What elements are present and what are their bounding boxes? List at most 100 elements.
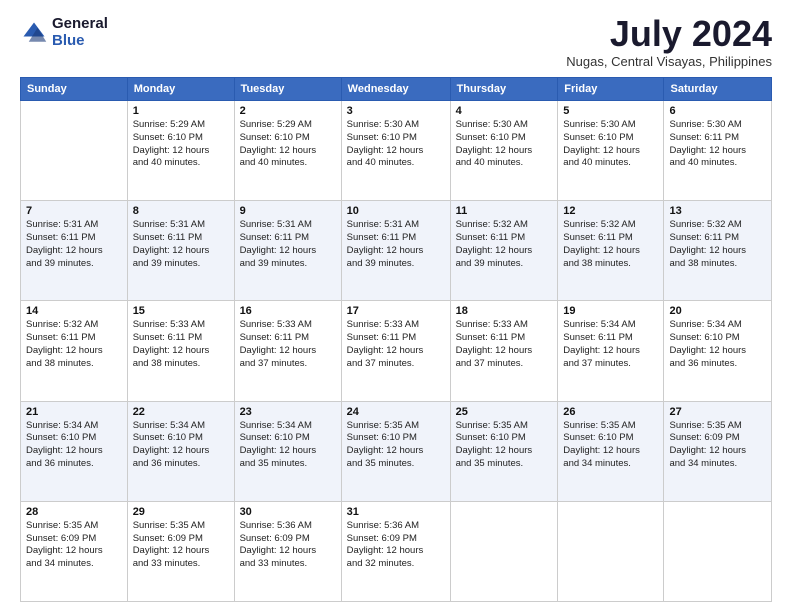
cell-details: Sunrise: 5:36 AMSunset: 6:09 PMDaylight:… bbox=[240, 520, 336, 571]
cell-details: Sunrise: 5:32 AMSunset: 6:11 PMDaylight:… bbox=[456, 219, 553, 270]
day-number: 2 bbox=[240, 105, 336, 117]
logo: General Blue bbox=[20, 16, 108, 49]
calendar-cell: 7 Sunrise: 5:31 AMSunset: 6:11 PMDaylight… bbox=[21, 201, 128, 301]
cell-details: Sunrise: 5:33 AMSunset: 6:11 PMDaylight:… bbox=[456, 319, 553, 370]
weekday-header-saturday: Saturday bbox=[664, 78, 772, 101]
cell-details: Sunrise: 5:34 AMSunset: 6:10 PMDaylight:… bbox=[240, 420, 336, 471]
calendar-cell: 6Sunrise: 5:30 AMSunset: 6:11 PMDaylight… bbox=[664, 101, 772, 201]
week-row-1: 1Sunrise: 5:29 AMSunset: 6:10 PMDaylight… bbox=[21, 101, 772, 201]
calendar-cell: 5 Sunrise: 5:30 AMSunset: 6:10 PMDaylight… bbox=[558, 101, 664, 201]
logo-blue: Blue bbox=[52, 32, 85, 49]
day-number: 18 bbox=[456, 305, 553, 317]
cell-details: Sunrise: 5:36 AMSunset: 6:09 PMDaylight:… bbox=[347, 520, 445, 571]
day-number: 21 bbox=[26, 406, 122, 418]
cell-details: Sunrise: 5:31 AMSunset: 6:11 PMDaylight:… bbox=[26, 219, 122, 270]
calendar-cell: 15Sunrise: 5:33 AMSunset: 6:11 PMDayligh… bbox=[127, 301, 234, 401]
month-title: July 2024 bbox=[566, 16, 772, 52]
cell-details: Sunrise: 5:34 AMSunset: 6:11 PMDaylight:… bbox=[563, 319, 658, 370]
day-number: 28 bbox=[26, 506, 122, 518]
day-number: 19 bbox=[563, 305, 658, 317]
day-number: 24 bbox=[347, 406, 445, 418]
day-number: 31 bbox=[347, 506, 445, 518]
calendar-cell: 26Sunrise: 5:35 AMSunset: 6:10 PMDayligh… bbox=[558, 401, 664, 501]
header: General Blue July 2024 Nugas, Central Vi… bbox=[20, 16, 772, 69]
week-row-2: 7 Sunrise: 5:31 AMSunset: 6:11 PMDaylight… bbox=[21, 201, 772, 301]
cell-details: Sunrise: 5:33 AMSunset: 6:11 PMDaylight:… bbox=[240, 319, 336, 370]
cell-details: Sunrise: 5:35 AMSunset: 6:09 PMDaylight:… bbox=[669, 420, 766, 471]
week-row-5: 28 Sunrise: 5:35 AMSunset: 6:09 PMDayligh… bbox=[21, 501, 772, 601]
logo-text: General Blue bbox=[52, 16, 108, 49]
cell-details: Sunrise: 5:34 AMSunset: 6:10 PMDaylight:… bbox=[26, 420, 122, 471]
calendar-cell: 11 Sunrise: 5:32 AMSunset: 6:11 PMDayligh… bbox=[450, 201, 558, 301]
weekday-header-monday: Monday bbox=[127, 78, 234, 101]
calendar-cell: 18 Sunrise: 5:33 AMSunset: 6:11 PMDayligh… bbox=[450, 301, 558, 401]
cell-details: Sunrise: 5:32 AMSunset: 6:11 PMDaylight:… bbox=[669, 219, 766, 270]
page: General Blue July 2024 Nugas, Central Vi… bbox=[0, 0, 792, 612]
calendar-cell: 27Sunrise: 5:35 AMSunset: 6:09 PMDayligh… bbox=[664, 401, 772, 501]
title-section: July 2024 Nugas, Central Visayas, Philip… bbox=[566, 16, 772, 69]
day-number: 12 bbox=[563, 205, 658, 217]
calendar-cell: 31 Sunrise: 5:36 AMSunset: 6:09 PMDayligh… bbox=[341, 501, 450, 601]
cell-details: Sunrise: 5:32 AMSunset: 6:11 PMDaylight:… bbox=[563, 219, 658, 270]
day-number: 5 bbox=[563, 105, 658, 117]
calendar-table: SundayMondayTuesdayWednesdayThursdayFrid… bbox=[20, 77, 772, 602]
day-number: 9 bbox=[240, 205, 336, 217]
day-number: 23 bbox=[240, 406, 336, 418]
location: Nugas, Central Visayas, Philippines bbox=[566, 54, 772, 69]
calendar-cell: 2Sunrise: 5:29 AMSunset: 6:10 PMDaylight… bbox=[234, 101, 341, 201]
calendar-cell: 21 Sunrise: 5:34 AMSunset: 6:10 PMDayligh… bbox=[21, 401, 128, 501]
calendar-cell: 20 Sunrise: 5:34 AMSunset: 6:10 PMDayligh… bbox=[664, 301, 772, 401]
day-number: 29 bbox=[133, 506, 229, 518]
calendar-cell: 23 Sunrise: 5:34 AMSunset: 6:10 PMDayligh… bbox=[234, 401, 341, 501]
day-number: 11 bbox=[456, 205, 553, 217]
cell-details: Sunrise: 5:31 AMSunset: 6:11 PMDaylight:… bbox=[347, 219, 445, 270]
day-number: 7 bbox=[26, 205, 122, 217]
weekday-header-row: SundayMondayTuesdayWednesdayThursdayFrid… bbox=[21, 78, 772, 101]
cell-details: Sunrise: 5:31 AMSunset: 6:11 PMDaylight:… bbox=[133, 219, 229, 270]
cell-details: Sunrise: 5:30 AMSunset: 6:10 PMDaylight:… bbox=[563, 119, 658, 170]
day-number: 8 bbox=[133, 205, 229, 217]
day-number: 14 bbox=[26, 305, 122, 317]
calendar-cell: 10 Sunrise: 5:31 AMSunset: 6:11 PMDayligh… bbox=[341, 201, 450, 301]
day-number: 3 bbox=[347, 105, 445, 117]
day-number: 16 bbox=[240, 305, 336, 317]
cell-details: Sunrise: 5:35 AMSunset: 6:09 PMDaylight:… bbox=[133, 520, 229, 571]
day-number: 4 bbox=[456, 105, 553, 117]
calendar-cell: 1Sunrise: 5:29 AMSunset: 6:10 PMDaylight… bbox=[127, 101, 234, 201]
cell-details: Sunrise: 5:30 AMSunset: 6:10 PMDaylight:… bbox=[347, 119, 445, 170]
weekday-header-thursday: Thursday bbox=[450, 78, 558, 101]
day-number: 17 bbox=[347, 305, 445, 317]
day-number: 13 bbox=[669, 205, 766, 217]
calendar-cell bbox=[558, 501, 664, 601]
weekday-header-wednesday: Wednesday bbox=[341, 78, 450, 101]
calendar-cell: 19 Sunrise: 5:34 AMSunset: 6:11 PMDayligh… bbox=[558, 301, 664, 401]
cell-details: Sunrise: 5:35 AMSunset: 6:10 PMDaylight:… bbox=[347, 420, 445, 471]
cell-details: Sunrise: 5:33 AMSunset: 6:11 PMDaylight:… bbox=[347, 319, 445, 370]
day-number: 25 bbox=[456, 406, 553, 418]
cell-details: Sunrise: 5:35 AMSunset: 6:09 PMDaylight:… bbox=[26, 520, 122, 571]
week-row-3: 14 Sunrise: 5:32 AMSunset: 6:11 PMDayligh… bbox=[21, 301, 772, 401]
cell-details: Sunrise: 5:31 AMSunset: 6:11 PMDaylight:… bbox=[240, 219, 336, 270]
calendar-cell: 12 Sunrise: 5:32 AMSunset: 6:11 PMDayligh… bbox=[558, 201, 664, 301]
cell-details: Sunrise: 5:33 AMSunset: 6:11 PMDaylight:… bbox=[133, 319, 229, 370]
calendar-cell: 4Sunrise: 5:30 AMSunset: 6:10 PMDaylight… bbox=[450, 101, 558, 201]
cell-details: Sunrise: 5:34 AMSunset: 6:10 PMDaylight:… bbox=[133, 420, 229, 471]
calendar-cell: 3 Sunrise: 5:30 AMSunset: 6:10 PMDaylight… bbox=[341, 101, 450, 201]
cell-details: Sunrise: 5:35 AMSunset: 6:10 PMDaylight:… bbox=[563, 420, 658, 471]
cell-details: Sunrise: 5:35 AMSunset: 6:10 PMDaylight:… bbox=[456, 420, 553, 471]
calendar-cell: 9 Sunrise: 5:31 AMSunset: 6:11 PMDaylight… bbox=[234, 201, 341, 301]
calendar-cell: 22Sunrise: 5:34 AMSunset: 6:10 PMDayligh… bbox=[127, 401, 234, 501]
calendar-cell bbox=[664, 501, 772, 601]
logo-general: General bbox=[52, 15, 108, 32]
day-number: 6 bbox=[669, 105, 766, 117]
cell-details: Sunrise: 5:34 AMSunset: 6:10 PMDaylight:… bbox=[669, 319, 766, 370]
day-number: 20 bbox=[669, 305, 766, 317]
day-number: 10 bbox=[347, 205, 445, 217]
cell-details: Sunrise: 5:32 AMSunset: 6:11 PMDaylight:… bbox=[26, 319, 122, 370]
logo-icon bbox=[20, 19, 48, 47]
calendar-cell: 24 Sunrise: 5:35 AMSunset: 6:10 PMDayligh… bbox=[341, 401, 450, 501]
calendar-cell bbox=[450, 501, 558, 601]
calendar-cell: 30Sunrise: 5:36 AMSunset: 6:09 PMDayligh… bbox=[234, 501, 341, 601]
calendar-cell: 13 Sunrise: 5:32 AMSunset: 6:11 PMDayligh… bbox=[664, 201, 772, 301]
weekday-header-friday: Friday bbox=[558, 78, 664, 101]
